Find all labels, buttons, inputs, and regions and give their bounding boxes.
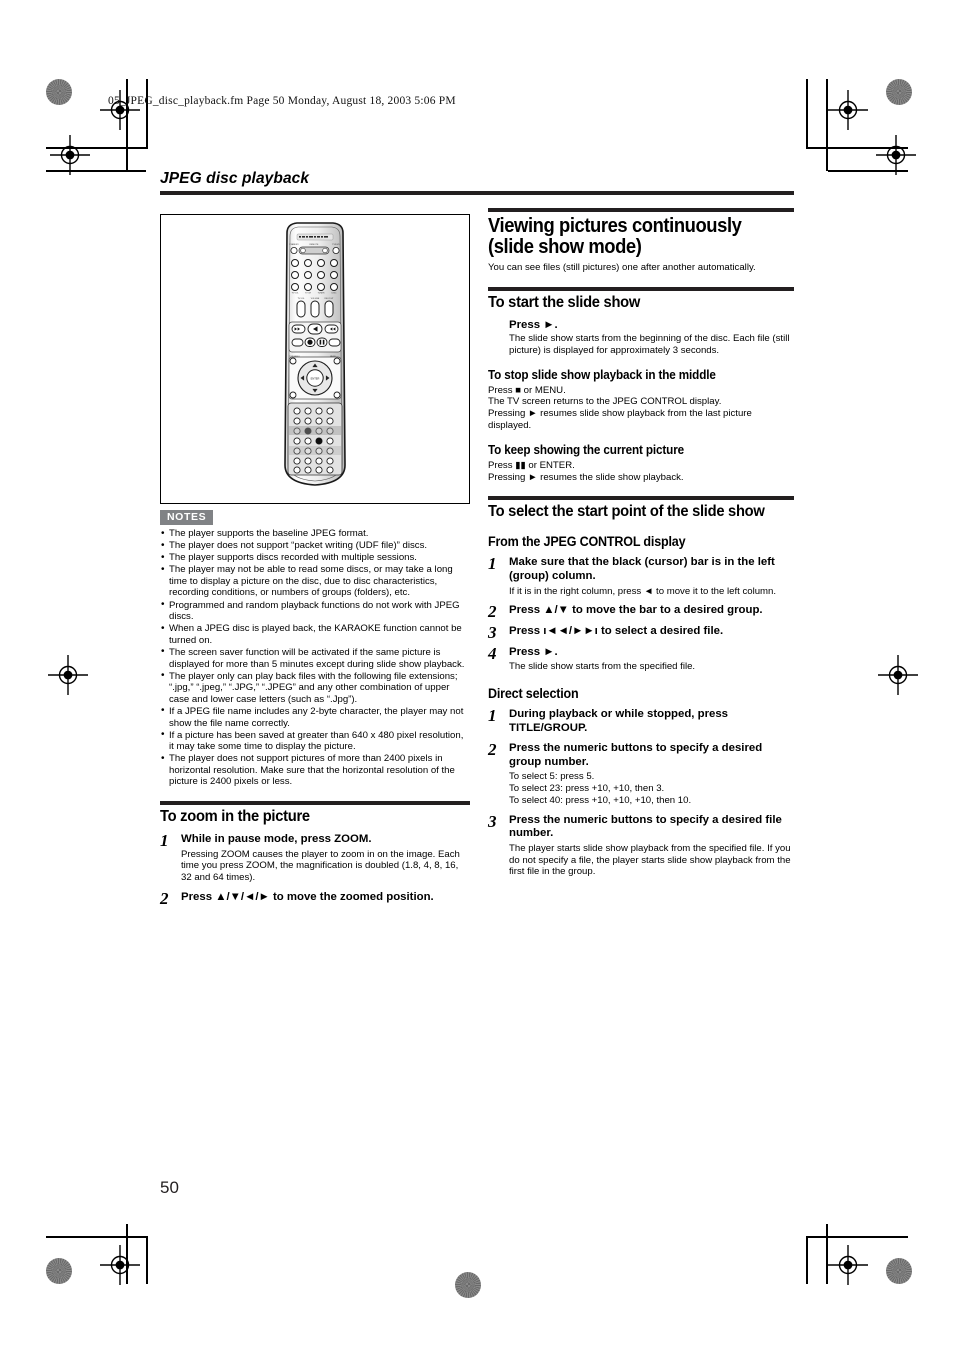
from-control-step-3: 3 Press ı◄◄/►►ı to select a desired file…: [488, 623, 794, 642]
stop-slideshow-lines: Press ■ or MENU. The TV screen returns to…: [488, 385, 794, 432]
keep-picture-section: To keep showing the current picture Pres…: [488, 443, 794, 484]
section-rule: [488, 287, 794, 291]
keep-picture-lines: Press ▮▮ or ENTER. Pressing ► resumes the…: [488, 460, 794, 484]
step-number: 1: [488, 705, 497, 725]
svg-text:REMOTE: REMOTE: [310, 244, 320, 246]
step-body: If it is in the right column, press ◄ to…: [509, 585, 777, 597]
from-control-step-2: 2 Press ▲/▼ to move the bar to a desired…: [488, 602, 794, 621]
instruction-line: The TV screen returns to the JPEG CONTRO…: [488, 396, 722, 408]
step-number: 1: [160, 831, 169, 851]
direct-step-3: 3 Press the numeric buttons to specify a…: [488, 811, 794, 879]
note-item: If a JPEG file name includes any 2-byte …: [160, 705, 470, 729]
select-start-heading: To select the start point of the slide s…: [488, 503, 765, 521]
keep-picture-heading: To keep showing the current picture: [488, 442, 684, 457]
note-item: The player only can play back files with…: [160, 670, 470, 706]
direct-step-2: 2 Press the numeric buttons to specify a…: [488, 740, 794, 807]
step-title: During playback or while stopped, press …: [509, 707, 729, 734]
step-number: 3: [488, 811, 497, 831]
from-control-step-1: 1 Make sure that the black (cursor) bar …: [488, 554, 794, 597]
svg-text:TV VOL: TV VOL: [291, 293, 299, 295]
step-number: 2: [488, 602, 497, 622]
step-body: The slide show starts from the beginning…: [509, 333, 790, 356]
instruction-line: Pressing ► resumes the slide show playba…: [488, 471, 684, 483]
svg-text:VOLUME: VOLUME: [311, 298, 320, 300]
step-title: Press ►.: [509, 645, 558, 658]
zoom-step-1: 1 While in pause mode, press ZOOM. Press…: [160, 831, 470, 884]
note-item: Programmed and random playback functions…: [160, 599, 470, 623]
instruction-line: Press ■ or MENU.: [488, 384, 566, 396]
zoom-step-2: 2 Press ▲/▼/◄/► to move the zoomed posit…: [160, 889, 470, 908]
direct-step-1: 1 During playback or while stopped, pres…: [488, 705, 794, 735]
note-item: The player does not support “packet writ…: [160, 540, 470, 552]
stop-slideshow-section: To stop slide show playback in the middl…: [488, 368, 794, 432]
start-slideshow-step: Press ►. The slide show starts from the …: [509, 319, 794, 357]
select-start-section: To select the start point of the slide s…: [488, 496, 794, 878]
running-head-title: JPEG disc playback: [160, 170, 310, 187]
step-body: Pressing ZOOM causes the player to zoom …: [181, 848, 460, 884]
instruction-line: Pressing ► resumes slide show playback f…: [488, 408, 752, 431]
step-title: Press ▲/▼/◄/► to move the zoomed positio…: [181, 891, 434, 904]
note-item: If a picture has been saved at greater t…: [160, 729, 470, 753]
section-rule: [488, 496, 794, 501]
remote-control-figure: STANDBY TV/DVD REMOTE TV VOL TV CH TUNER…: [160, 214, 470, 504]
svg-text:STANDBY: STANDBY: [289, 243, 299, 246]
step-title: Press the numeric buttons to specify a d…: [509, 742, 763, 768]
note-item: The screen saver function will be activa…: [160, 646, 470, 670]
zoom-section: To zoom in the picture 1 While in pause …: [160, 801, 470, 908]
step-number: 1: [488, 554, 497, 574]
step-title: Press ı◄◄/►►ı to select a desired file.: [509, 624, 724, 637]
start-slideshow-heading: To start the slide show: [488, 294, 641, 311]
section-rule: [488, 208, 794, 212]
step-number: 2: [488, 740, 497, 760]
svg-text:TOP MENU: TOP MENU: [289, 356, 300, 358]
slideshow-heading: Viewing pictures continuously (slide sho…: [488, 215, 742, 258]
step-body: To select 5: press 5. To select 23: pres…: [509, 771, 692, 806]
zoom-section-heading: To zoom in the picture: [160, 808, 310, 826]
slideshow-section: Viewing pictures continuously (slide sho…: [488, 208, 794, 274]
step-number: 2: [160, 889, 169, 909]
svg-text:TUNER: TUNER: [318, 293, 325, 295]
left-column: STANDBY TV/DVD REMOTE TV VOL TV CH TUNER…: [160, 214, 470, 908]
step-title: Press ►.: [509, 319, 558, 331]
notes-list: The player supports the baseline JPEG fo…: [160, 528, 470, 788]
stop-slideshow-heading: To stop slide show playback in the middl…: [488, 367, 716, 382]
svg-text:MENU: MENU: [330, 356, 336, 358]
instruction-line: Press ▮▮ or ENTER.: [488, 459, 575, 471]
svg-text:DISC: DISC: [332, 293, 337, 295]
page-number: 50: [160, 1178, 179, 1197]
running-head: JPEG disc playback: [160, 170, 794, 195]
section-rule: [160, 801, 470, 806]
notes-block: NOTES The player supports the baseline J…: [160, 504, 470, 788]
running-head-rule: [160, 191, 794, 195]
start-slideshow-section: To start the slide show Press ►. The sli…: [488, 287, 794, 357]
remote-control-illustration: STANDBY TV/DVD REMOTE TV VOL TV CH TUNER…: [284, 222, 346, 486]
step-body: The player starts slide show playback fr…: [509, 842, 791, 878]
step-number: 3: [488, 622, 497, 642]
step-title: Press ▲/▼ to move the bar to a desired g…: [509, 604, 763, 617]
note-item: The player may not be able to read some …: [160, 564, 470, 599]
svg-text:TV VOL: TV VOL: [297, 298, 305, 300]
step-title: Press the numeric buttons to specify a d…: [509, 813, 782, 840]
direct-selection-heading: Direct selection: [488, 685, 579, 701]
step-title: Make sure that the black (cursor) bar is…: [509, 556, 775, 582]
from-jpeg-control-heading: From the JPEG CONTROL display: [488, 534, 686, 550]
svg-text:REC/OUT: REC/OUT: [325, 298, 335, 300]
note-item: The player supports the baseline JPEG fo…: [160, 528, 470, 540]
svg-text:TV/DVD: TV/DVD: [332, 244, 340, 246]
svg-text:TV CH: TV CH: [305, 293, 312, 295]
note-item: The player does not support pictures of …: [160, 753, 470, 788]
from-control-step-4: 4 Press ►. The slide show starts from th…: [488, 643, 794, 673]
step-title: While in pause mode, press ZOOM.: [181, 833, 372, 846]
note-item: The player supports discs recorded with …: [160, 552, 470, 564]
page-body: JPEG disc playback STANDBY TV/DVD REMOTE…: [0, 0, 954, 1351]
right-column: Viewing pictures continuously (slide sho…: [488, 208, 794, 878]
note-item: When a JPEG disc is played back, the KAR…: [160, 623, 470, 646]
slideshow-intro: You can see files (still pictures) one a…: [488, 262, 756, 273]
svg-text:ENTER: ENTER: [311, 376, 320, 380]
notes-badge: NOTES: [160, 510, 214, 525]
step-body: The slide show starts from the specified…: [509, 661, 696, 673]
step-number: 4: [488, 643, 497, 663]
